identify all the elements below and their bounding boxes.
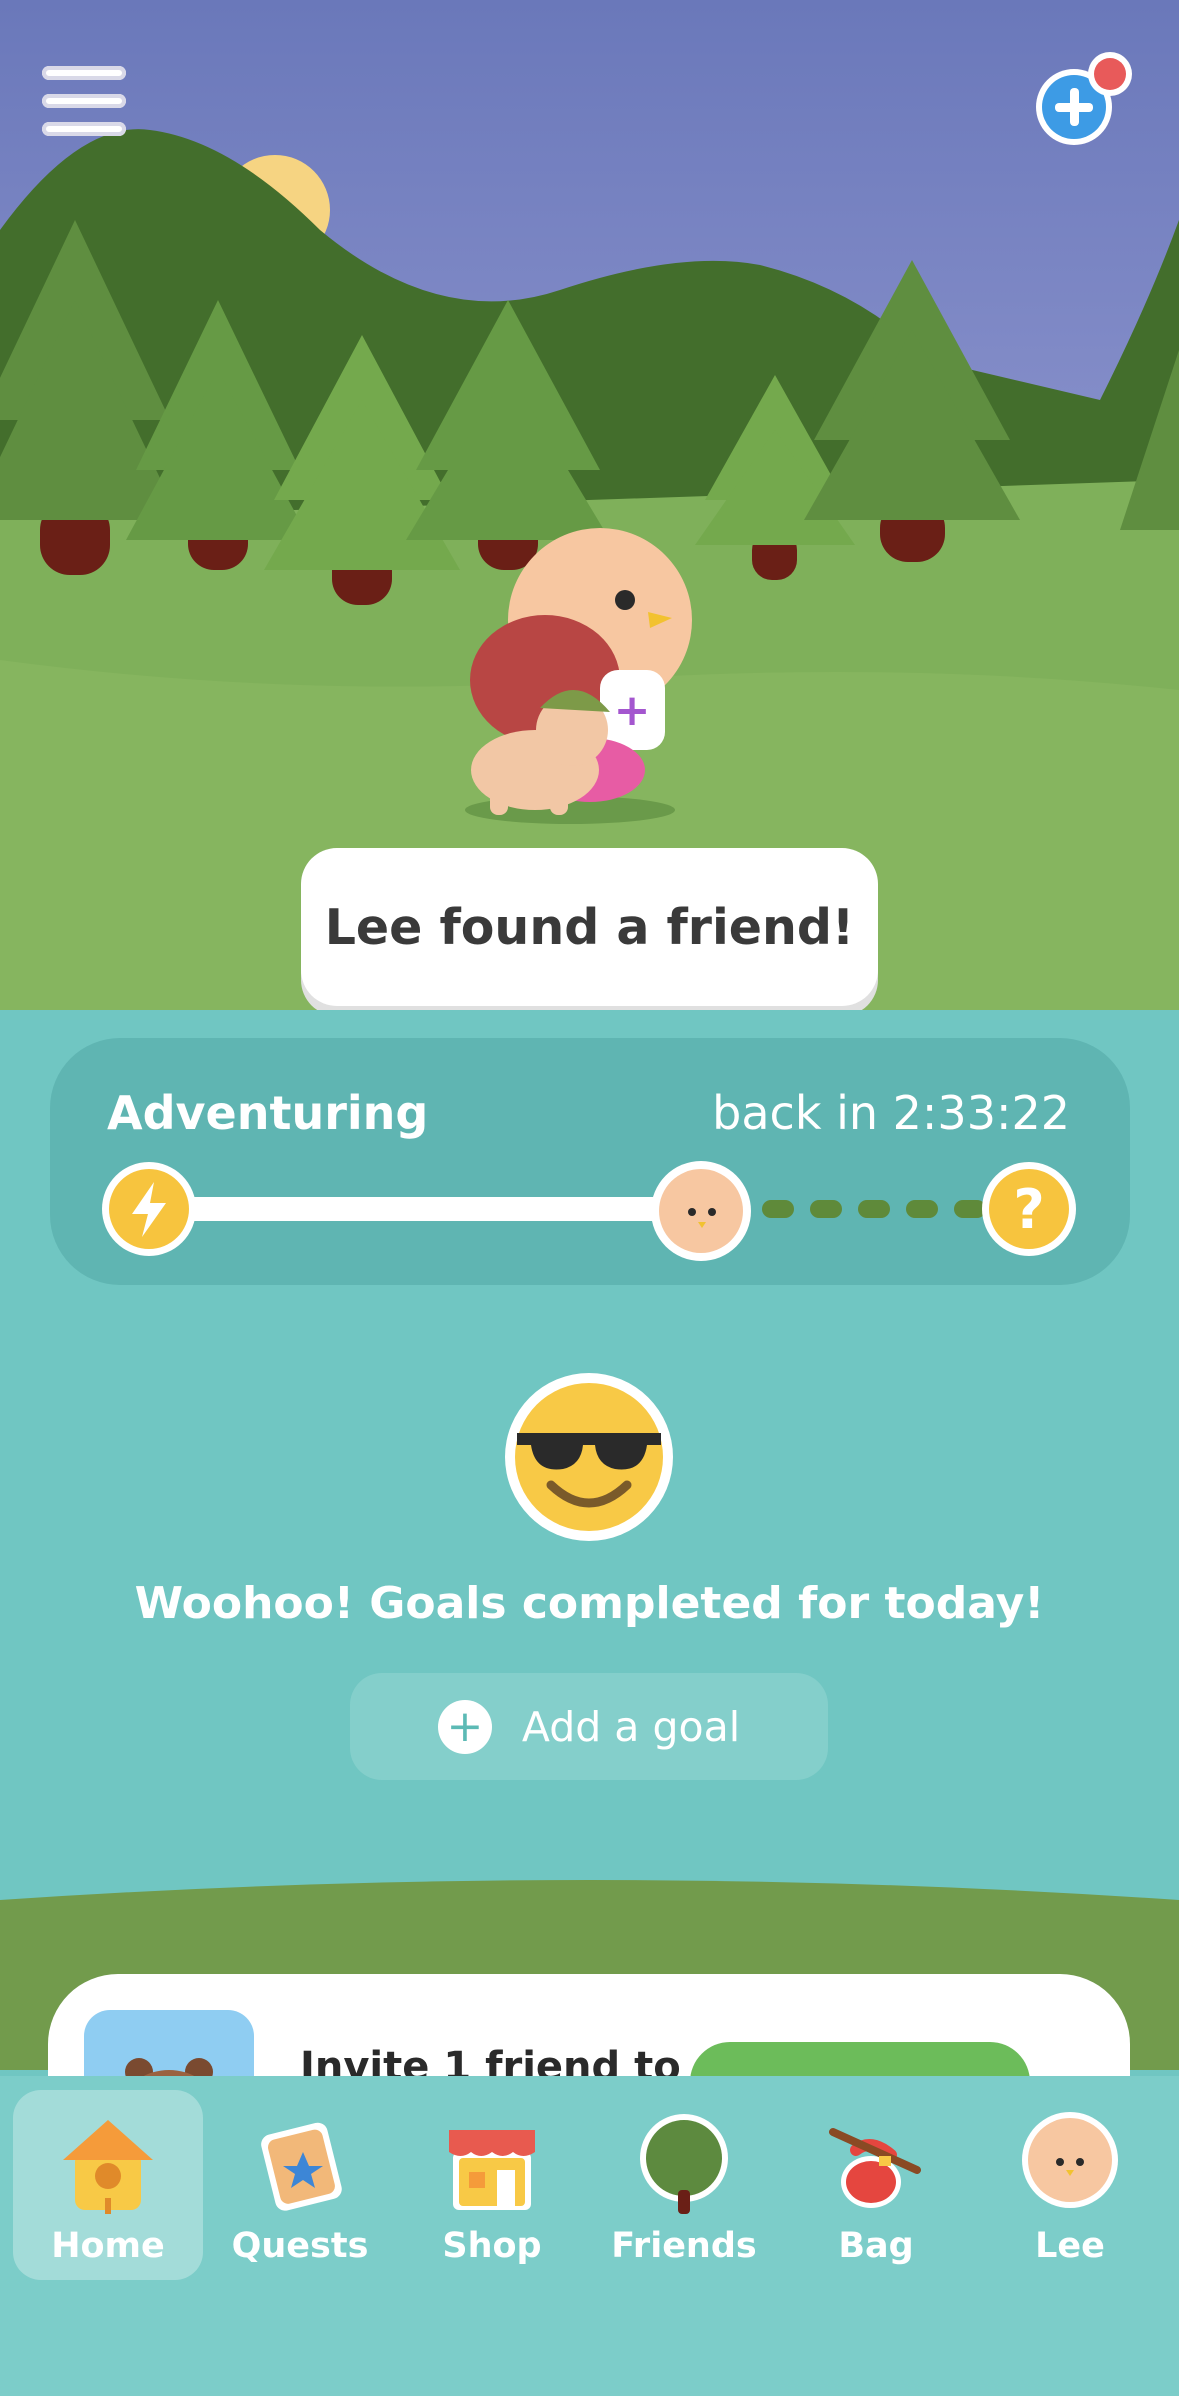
question-mark-icon: ?	[980, 1160, 1078, 1258]
svg-text:+: +	[614, 685, 651, 736]
nav-label: Lee	[1035, 2226, 1105, 2266]
nav-label: Friends	[611, 2226, 757, 2266]
add-friend-button[interactable]	[1024, 52, 1134, 152]
notification-dot	[1094, 58, 1126, 90]
add-goal-label: Add a goal	[521, 1702, 741, 1751]
speech-bubble: Lee found a friend!	[301, 848, 878, 1006]
avatar-progress-marker	[650, 1160, 752, 1262]
nav-shop[interactable]: Shop	[397, 2090, 587, 2280]
nav-friends[interactable]: Friends	[589, 2090, 779, 2280]
menu-button[interactable]	[38, 66, 130, 136]
nav-quests[interactable]: Quests	[205, 2090, 395, 2280]
nav-label: Home	[51, 2226, 165, 2266]
nav-label: Shop	[442, 2226, 542, 2266]
nav-home[interactable]: Home	[13, 2090, 203, 2280]
avatar-icon	[1022, 2112, 1118, 2208]
svg-text:?: ?	[1013, 1178, 1044, 1241]
birdhouse-icon	[63, 2120, 153, 2214]
status-label: Adventuring	[107, 1086, 429, 1140]
shop-icon	[449, 2130, 535, 2210]
quest-board-icon	[261, 2122, 342, 2211]
remaining-path	[762, 1197, 986, 1221]
time-remaining: back in 2:33:22	[712, 1086, 1070, 1140]
progress-track	[160, 1197, 700, 1221]
nav-profile[interactable]: Lee	[975, 2090, 1165, 2280]
bag-icon	[829, 2128, 921, 2208]
nav-label: Bag	[838, 2226, 914, 2266]
sunglasses-emoji-icon	[505, 1373, 673, 1541]
goals-completed-message: Woohoo! Goals completed for today!	[134, 1578, 1045, 1629]
nav-bag[interactable]: Bag	[781, 2090, 971, 2280]
plus-icon: +	[437, 1699, 492, 1754]
energy-icon	[100, 1160, 198, 1258]
adventure-progress-card	[50, 1038, 1130, 1285]
add-goal-button[interactable]: + Add a goal	[350, 1673, 828, 1780]
tree-icon	[640, 2114, 728, 2214]
nav-label: Quests	[231, 2226, 369, 2266]
